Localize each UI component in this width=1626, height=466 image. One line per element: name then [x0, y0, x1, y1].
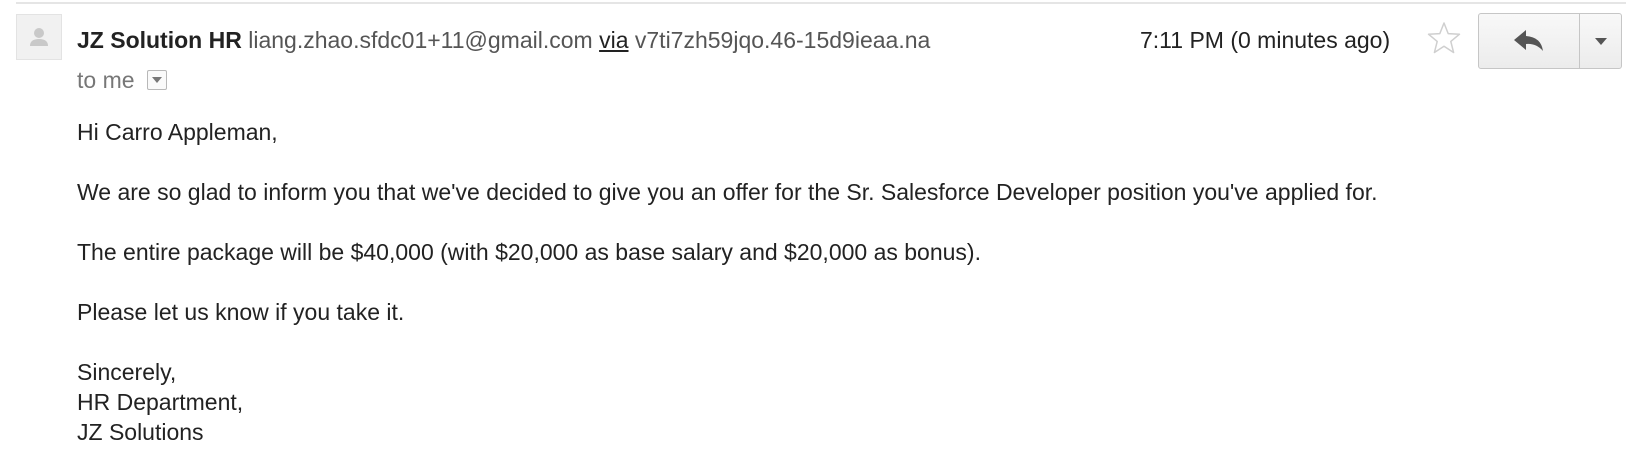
- show-details-button[interactable]: [146, 70, 167, 90]
- more-options-button[interactable]: [1580, 14, 1621, 68]
- star-icon[interactable]: [1426, 20, 1462, 56]
- reply-button-group: [1478, 13, 1622, 69]
- caret-down-icon: [1594, 38, 1607, 45]
- signature: Sincerely, HR Department, JZ Solutions: [77, 357, 1617, 447]
- via-link[interactable]: via: [599, 27, 628, 53]
- email-body: Hi Carro Appleman, We are so glad to inf…: [77, 117, 1617, 447]
- signature-line: Sincerely,: [77, 359, 177, 385]
- divider: [16, 2, 1626, 4]
- sender-name[interactable]: JZ Solution HR: [77, 27, 242, 53]
- reply-icon: [1514, 30, 1543, 51]
- recipient-line: to me: [77, 64, 167, 96]
- recipient-label: to me: [77, 67, 135, 93]
- body-paragraph: Please let us know if you take it.: [77, 299, 405, 325]
- body-paragraph: We are so glad to inform you that we've …: [77, 179, 1378, 205]
- relay-domain: v7ti7zh59jqo.46-15d9ieaa.na: [634, 27, 931, 53]
- sender-line: JZ Solution HR liang.zhao.sfdc01+11@gmai…: [77, 24, 1037, 56]
- signature-line: HR Department,: [77, 389, 244, 415]
- default-avatar-icon: [30, 28, 48, 46]
- sender-avatar: [16, 14, 62, 60]
- sender-email: liang.zhao.sfdc01+11@gmail.com: [248, 27, 593, 53]
- greeting: Hi Carro Appleman,: [77, 119, 278, 145]
- reply-button[interactable]: [1479, 14, 1580, 68]
- body-paragraph: The entire package will be $40,000 (with…: [77, 239, 981, 265]
- small-caret-down-icon: [151, 77, 162, 83]
- email-timestamp: 7:11 PM (0 minutes ago): [1140, 27, 1391, 53]
- signature-line: JZ Solutions: [77, 419, 204, 445]
